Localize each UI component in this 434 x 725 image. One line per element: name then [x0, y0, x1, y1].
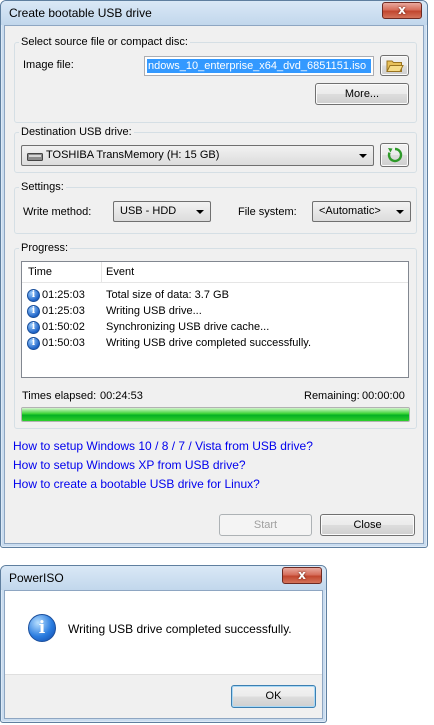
dialog-title-bar[interactable]: PowerISO x: [1, 566, 326, 590]
write-method-select[interactable]: USB - HDD: [113, 201, 211, 222]
poweriso-message-dialog: PowerISO x i Writing USB drive completed…: [0, 565, 327, 723]
list-item[interactable]: i 01:50:02 Synchronizing USB drive cache…: [22, 320, 408, 336]
close-button[interactable]: Close: [320, 514, 415, 536]
chevron-down-icon: [396, 210, 404, 214]
column-header-time[interactable]: Time: [28, 266, 52, 278]
window-client-area: Select source file or compact disc: Imag…: [4, 25, 424, 544]
help-link-linux[interactable]: How to create a bootable USB drive for L…: [13, 477, 260, 492]
write-progress-bar: [21, 407, 410, 422]
info-icon: i: [27, 305, 40, 318]
remaining-value: 00:00:00: [362, 390, 405, 402]
event-time: 01:25:03: [42, 289, 85, 301]
list-header: Time Event: [22, 262, 408, 283]
column-header-event[interactable]: Event: [106, 266, 134, 278]
progress-group-label: Progress:: [19, 242, 71, 255]
event-time: 01:50:03: [42, 337, 85, 349]
event-text: Writing USB drive...: [106, 305, 202, 317]
event-text: Synchronizing USB drive cache...: [106, 321, 270, 333]
chevron-down-icon: [196, 210, 204, 214]
destination-group-label: Destination USB drive:: [19, 126, 134, 139]
settings-group-label: Settings:: [19, 181, 66, 194]
refresh-icon: [387, 147, 403, 163]
progress-event-list[interactable]: Time Event i 01:25:03 Total size of data…: [21, 261, 409, 378]
write-method-label: Write method:: [23, 206, 92, 218]
refresh-drives-button[interactable]: [380, 143, 409, 167]
event-text: Total size of data: 3.7 GB: [106, 289, 229, 301]
info-icon: i: [27, 321, 40, 334]
destination-drive-value: TOSHIBA TransMemory (H: 15 GB): [46, 149, 220, 161]
write-method-value: USB - HDD: [120, 205, 177, 217]
times-elapsed-value: 00:24:53: [100, 390, 143, 402]
folder-open-icon: [386, 60, 404, 72]
event-time: 01:25:03: [42, 305, 85, 317]
more-button[interactable]: More...: [315, 83, 409, 105]
info-icon: i: [27, 289, 40, 302]
browse-image-button[interactable]: [380, 55, 409, 76]
start-button[interactable]: Start: [219, 514, 312, 536]
destination-drive-select[interactable]: TOSHIBA TransMemory (H: 15 GB): [21, 145, 374, 166]
dialog-close-button[interactable]: x: [282, 567, 322, 584]
window-title: Create bootable USB drive: [9, 6, 152, 20]
progress-fill: [22, 408, 409, 421]
dialog-title: PowerISO: [9, 571, 64, 585]
usb-drive-icon: [27, 153, 43, 161]
ok-button[interactable]: OK: [231, 685, 316, 708]
source-group-label: Select source file or compact disc:: [19, 36, 190, 49]
dialog-message: Writing USB drive completed successfully…: [68, 622, 292, 636]
event-text: Writing USB drive completed successfully…: [106, 337, 311, 349]
chevron-down-icon: [359, 154, 367, 158]
event-time: 01:50:02: [42, 321, 85, 333]
remaining-label: Remaining:: [304, 390, 360, 402]
image-file-value: ndows_10_enterprise_x64_dvd_6851151.iso: [148, 60, 367, 72]
create-bootable-usb-window: Create bootable USB drive x Select sourc…: [0, 0, 428, 548]
file-system-select[interactable]: <Automatic>: [312, 201, 411, 222]
times-elapsed-label: Times elapsed:: [22, 390, 97, 402]
image-file-input[interactable]: ndows_10_enterprise_x64_dvd_6851151.iso: [144, 56, 374, 76]
window-close-button[interactable]: x: [382, 2, 422, 19]
info-icon: i: [27, 337, 40, 350]
list-item[interactable]: i 01:25:03 Total size of data: 3.7 GB: [22, 288, 408, 304]
column-separator[interactable]: [101, 262, 102, 282]
title-bar[interactable]: Create bootable USB drive x: [1, 1, 427, 25]
help-link-windows-10[interactable]: How to setup Windows 10 / 8 / 7 / Vista …: [13, 439, 313, 454]
file-system-label: File system:: [238, 206, 297, 218]
info-icon: i: [28, 614, 56, 642]
image-file-label: Image file:: [23, 59, 74, 71]
list-item[interactable]: i 01:25:03 Writing USB drive...: [22, 304, 408, 320]
list-item[interactable]: i 01:50:03 Writing USB drive completed s…: [22, 336, 408, 352]
dialog-client-area: i Writing USB drive completed successful…: [4, 590, 323, 719]
file-system-value: <Automatic>: [319, 205, 381, 217]
help-link-windows-xp[interactable]: How to setup Windows XP from USB drive?: [13, 458, 246, 473]
